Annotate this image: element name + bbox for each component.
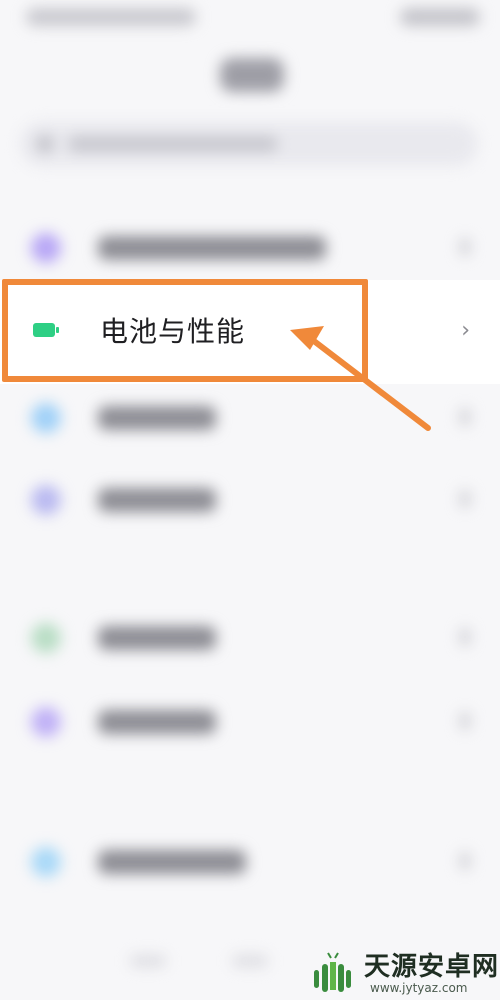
row-icon bbox=[31, 403, 61, 433]
status-time bbox=[26, 8, 196, 26]
row-label bbox=[98, 406, 216, 430]
settings-row[interactable] bbox=[0, 598, 500, 678]
row-label bbox=[98, 850, 246, 874]
settings-item-label: 电池与性能 bbox=[100, 315, 246, 348]
row-icon bbox=[31, 485, 61, 515]
search-bar[interactable] bbox=[20, 122, 478, 166]
page-title bbox=[220, 58, 284, 92]
search-placeholder bbox=[68, 136, 278, 152]
battery-icon bbox=[33, 323, 59, 337]
chevron-right-icon bbox=[460, 852, 470, 870]
settings-row[interactable] bbox=[0, 208, 500, 288]
nav-item[interactable] bbox=[232, 955, 268, 967]
search-icon bbox=[36, 135, 54, 153]
row-icon bbox=[31, 623, 61, 653]
row-icon bbox=[31, 847, 61, 877]
chevron-right-icon bbox=[460, 490, 470, 508]
status-bar bbox=[0, 0, 500, 36]
status-icons bbox=[400, 8, 480, 26]
chevron-right-icon: › bbox=[461, 318, 470, 343]
chevron-right-icon bbox=[460, 628, 470, 646]
nav-item[interactable] bbox=[130, 955, 166, 967]
row-icon bbox=[31, 707, 61, 737]
row-label bbox=[98, 488, 216, 512]
settings-item-battery-performance[interactable]: 电池与性能 › bbox=[0, 280, 500, 384]
site-watermark: 天源安卓网 www.jytyaz.com bbox=[300, 950, 500, 1000]
settings-row[interactable] bbox=[0, 460, 500, 540]
row-label bbox=[98, 710, 216, 734]
row-label bbox=[98, 626, 216, 650]
watermark-title: 天源安卓网 bbox=[364, 952, 500, 982]
android-logo-icon bbox=[314, 952, 351, 992]
settings-screen: 电池与性能 › 天源安卓网 www.jytyaz.com bbox=[0, 0, 500, 1000]
chevron-right-icon bbox=[460, 238, 470, 256]
settings-row[interactable] bbox=[0, 822, 500, 902]
row-icon bbox=[31, 233, 61, 263]
settings-row[interactable] bbox=[0, 682, 500, 762]
watermark-url: www.jytyaz.com bbox=[370, 981, 468, 995]
settings-row[interactable] bbox=[0, 378, 500, 458]
chevron-right-icon bbox=[460, 408, 470, 426]
chevron-right-icon bbox=[460, 712, 470, 730]
row-label bbox=[98, 236, 326, 260]
